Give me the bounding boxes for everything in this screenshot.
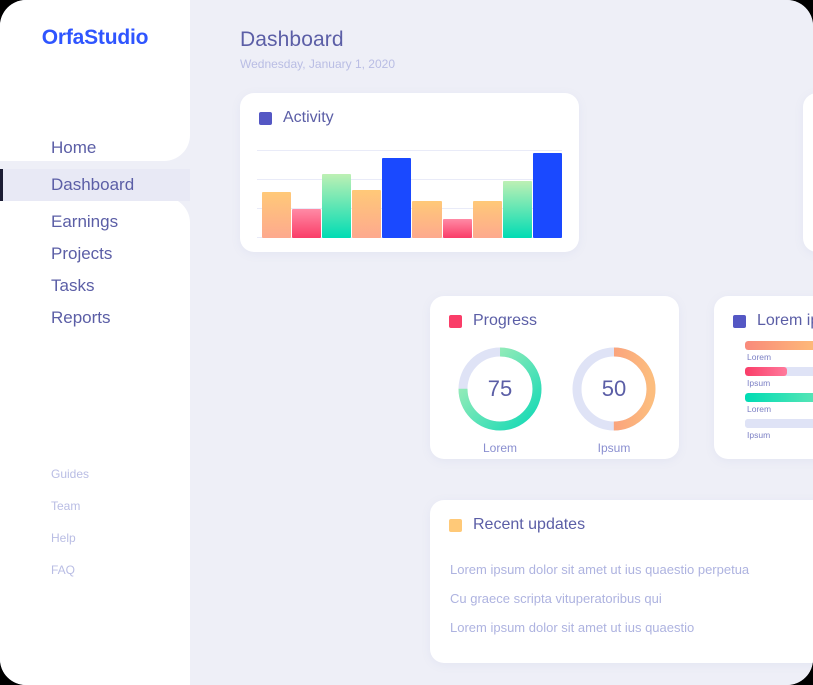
activity-bar-chart	[257, 150, 562, 238]
chart-bar	[292, 209, 322, 238]
earnings-card: Earnings $ 2,345 Project A: $ 1,200 Proj…	[803, 93, 813, 252]
donut-chart: 75	[455, 344, 545, 434]
square-chip-icon	[259, 111, 272, 125]
brand-logo[interactable]: OrfaStudio	[0, 26, 190, 50]
square-chip-icon	[449, 314, 462, 328]
page-title: Dashboard	[240, 28, 344, 51]
progress-bar-label: Lorem	[747, 352, 772, 362]
page-date: Wednesday, January 1, 2020	[240, 57, 395, 71]
sidebar-footer-links: Guides Team Help FAQ	[0, 458, 190, 586]
activity-card-title: Activity	[283, 109, 334, 126]
chart-bars	[262, 150, 562, 238]
square-chip-icon	[449, 518, 462, 532]
progress-track	[745, 341, 813, 350]
sidebar-nav: Home Dashboard Earnings Projects Tasks R…	[0, 132, 190, 334]
sidebar-item-dashboard[interactable]: Dashboard	[0, 169, 190, 201]
donut-ipsum: 50 Ipsum	[566, 344, 662, 455]
progress-card: Progress 75 Lorem 50 Ipsum	[430, 296, 679, 459]
chart-bar	[262, 192, 292, 238]
chart-bar	[412, 201, 442, 238]
progress-bar-row: Lorem	[745, 393, 813, 414]
recent-updates-card: Recent updates Lorem ipsum dolor sit ame…	[430, 500, 813, 663]
donut-chart: 50	[569, 344, 659, 434]
donut-value: 50	[601, 376, 627, 401]
progress-card-header: Progress	[449, 312, 537, 330]
sidebar-item-tasks[interactable]: Tasks	[0, 270, 190, 302]
footer-link-guides[interactable]: Guides	[0, 458, 190, 490]
lorem-card-header: Lorem ipsum	[733, 312, 813, 330]
progress-fill	[745, 419, 750, 428]
progress-card-title: Progress	[473, 312, 538, 329]
donut-label: Lorem	[482, 441, 517, 455]
progress-track	[745, 419, 813, 428]
progress-fill	[745, 341, 813, 350]
list-item[interactable]: Lorem ipsum dolor sit amet ut ius quaest…	[450, 613, 813, 642]
activity-card: Activity	[240, 93, 579, 252]
updates-list: Lorem ipsum dolor sit amet ut ius quaest…	[450, 555, 813, 642]
progress-track	[745, 367, 813, 376]
sidebar-item-projects[interactable]: Projects	[0, 238, 190, 270]
progress-bar-row: Ipsum	[745, 419, 813, 440]
progress-fill	[745, 393, 813, 402]
lorem-progress-bars: Lorem Ipsum Lorem Ipsum	[745, 341, 813, 445]
main-content: Dashboard Wednesday, January 1, 2020 Act…	[190, 0, 813, 685]
progress-bar-row: Ipsum	[745, 367, 813, 388]
sidebar-item-reports[interactable]: Reports	[0, 302, 190, 334]
chart-bar	[382, 158, 412, 238]
chart-bar	[472, 201, 502, 238]
progress-bar-row: Lorem	[745, 341, 813, 362]
sidebar-item-home[interactable]: Home	[0, 132, 190, 164]
lorem-ipsum-card: Lorem ipsum Lorem Ipsum Lorem Ipsum	[714, 296, 813, 459]
progress-donuts: 75 Lorem 50 Ipsum	[452, 344, 662, 455]
progress-bar-label: Ipsum	[747, 378, 771, 388]
activity-card-header: Activity	[259, 109, 334, 127]
chart-bar	[502, 181, 532, 238]
square-chip-icon	[733, 314, 746, 328]
chart-bar	[352, 190, 382, 238]
sidebar: OrfaStudio Home Dashboard Earnings Proje…	[0, 0, 190, 685]
sidebar-item-earnings[interactable]: Earnings	[0, 206, 190, 238]
list-item[interactable]: Lorem ipsum dolor sit amet ut ius quaest…	[450, 555, 813, 584]
updates-card-title: Recent updates	[473, 516, 586, 533]
donut-lorem: 75 Lorem	[452, 344, 548, 455]
chart-bar	[532, 153, 562, 238]
footer-link-help[interactable]: Help	[0, 522, 190, 554]
chart-bar	[442, 219, 472, 238]
dashboard-app: OrfaStudio Home Dashboard Earnings Proje…	[0, 0, 813, 685]
donut-value: 75	[487, 376, 513, 401]
progress-track	[745, 393, 813, 402]
chart-bar	[322, 174, 352, 238]
progress-bar-label: Lorem	[747, 404, 772, 414]
footer-link-team[interactable]: Team	[0, 490, 190, 522]
progress-bar-label: Ipsum	[747, 430, 771, 440]
earnings-amount: $ 2,345	[803, 143, 813, 182]
lorem-card-title: Lorem ipsum	[757, 312, 813, 329]
progress-fill	[745, 367, 788, 376]
donut-label: Ipsum	[597, 441, 631, 455]
updates-card-header: Recent updates	[449, 516, 585, 534]
footer-link-faq[interactable]: FAQ	[0, 554, 190, 586]
list-item[interactable]: Cu graece scripta vituperatoribus qui	[450, 584, 813, 613]
